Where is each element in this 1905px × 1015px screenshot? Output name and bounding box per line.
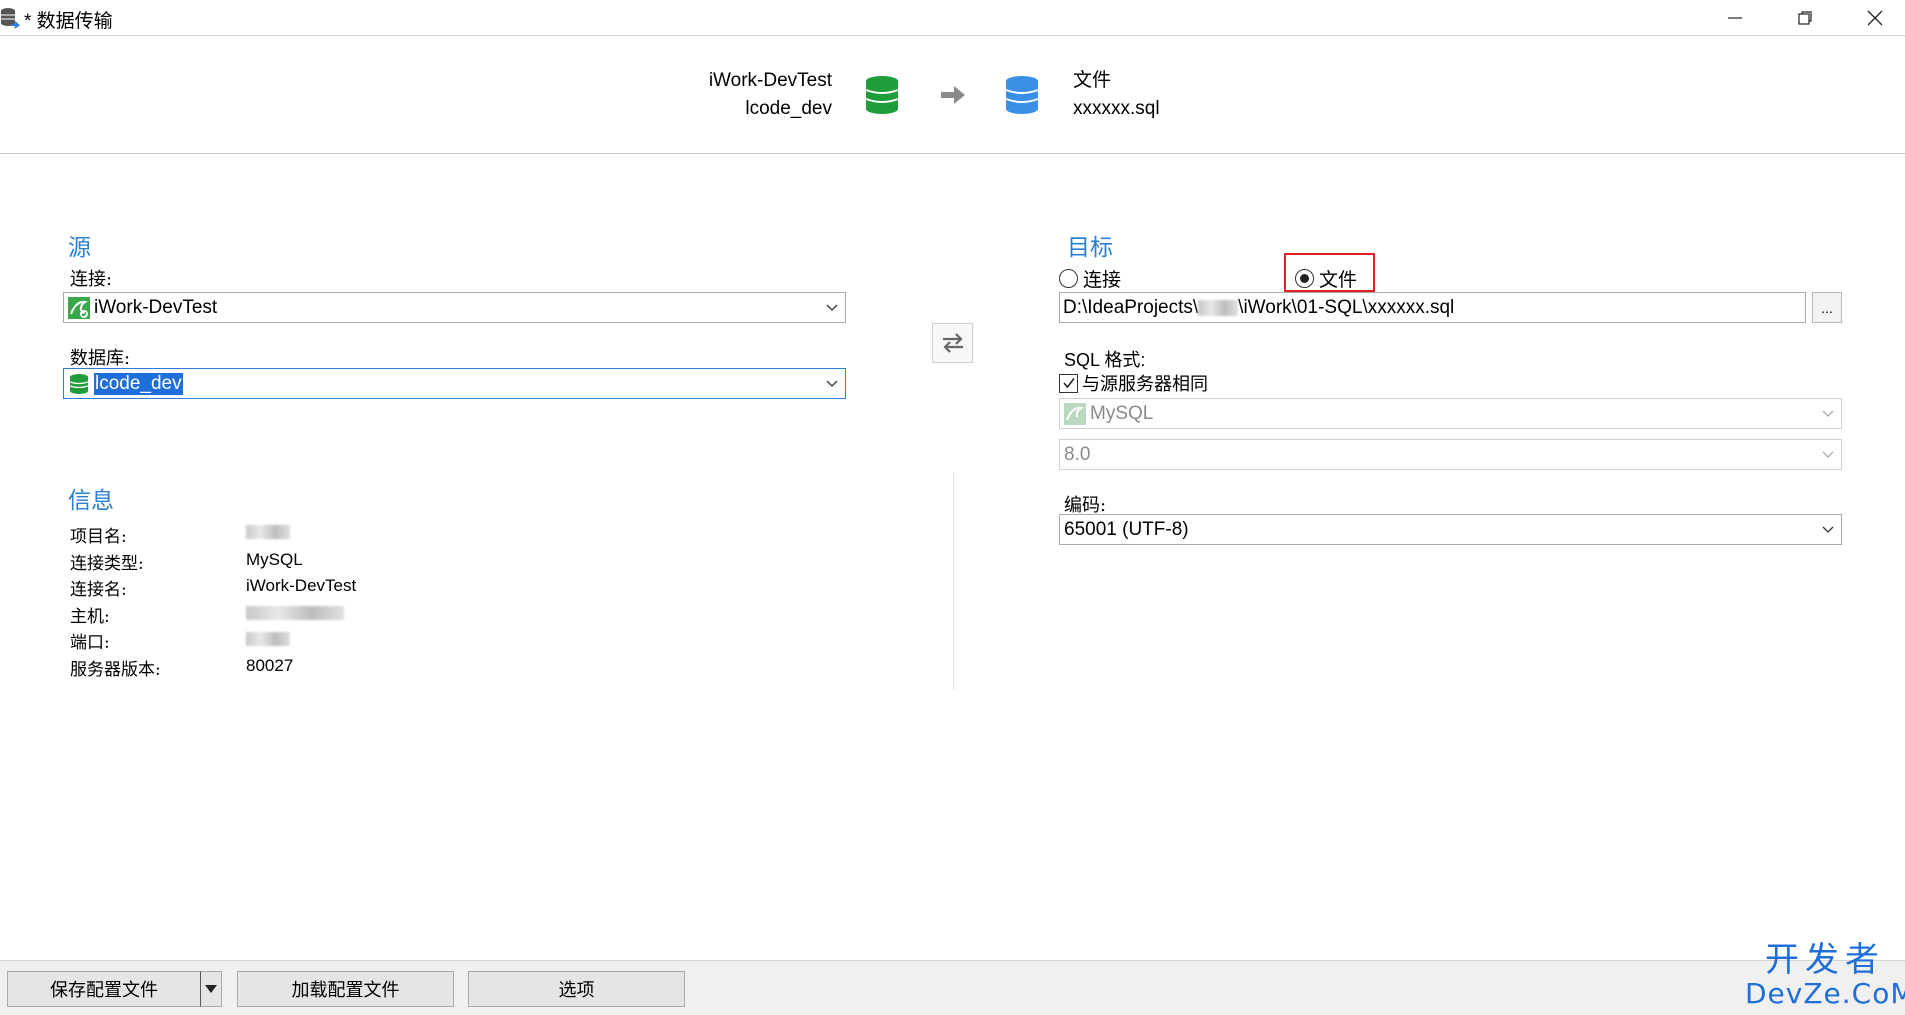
source-database-icon <box>864 75 900 120</box>
source-database-select[interactable]: lcode_dev <box>63 368 846 399</box>
chevron-down-icon <box>1822 526 1834 533</box>
options-button[interactable]: 选项 <box>468 971 685 1007</box>
info-conn-name-label: 连接名: <box>70 580 127 600</box>
browse-button[interactable]: ... <box>1812 292 1842 323</box>
sql-format-label: SQL 格式: <box>1064 350 1146 370</box>
source-connection-select[interactable]: iWork-DevTest <box>63 292 846 323</box>
triangle-down-icon <box>205 985 217 993</box>
swap-button[interactable] <box>932 323 973 363</box>
restore-button[interactable] <box>1770 0 1840 36</box>
save-config-dropdown[interactable] <box>200 971 222 1007</box>
restore-icon <box>1798 11 1812 25</box>
info-host-label: 主机: <box>70 607 110 627</box>
database-transfer-icon <box>0 6 21 30</box>
database-label: 数据库: <box>70 348 131 369</box>
encoding-select[interactable]: 65001 (UTF-8) <box>1059 514 1842 545</box>
chevron-down-icon <box>1822 451 1834 458</box>
load-config-button[interactable]: 加载配置文件 <box>237 971 454 1007</box>
arrow-right-icon <box>940 84 966 111</box>
window-title: * 数据传输 <box>24 11 113 32</box>
header-source: iWork-DevTest lcode_dev <box>709 67 832 123</box>
server-type-select[interactable]: MySQL <box>1059 398 1842 429</box>
chevron-down-icon <box>826 304 838 311</box>
mysql-icon <box>1064 402 1086 425</box>
save-config-button[interactable]: 保存配置文件 <box>7 971 201 1007</box>
target-path-input[interactable]: D:\IdeaProjects\ \iWork\01-SQL\xxxxxx.sql <box>1059 292 1806 323</box>
server-version-value: 8.0 <box>1064 443 1091 465</box>
server-version-select[interactable]: 8.0 <box>1059 439 1842 470</box>
column-divider <box>953 472 954 690</box>
encoding-value: 65001 (UTF-8) <box>1064 518 1189 540</box>
chevron-down-icon <box>1822 410 1834 417</box>
footer-bar: 保存配置文件 加载配置文件 选项 <box>0 960 1905 1015</box>
header-source-connection: iWork-DevTest <box>708 70 832 91</box>
header-target: 文件 xxxxxx.sql <box>1073 67 1160 123</box>
checkmark-icon <box>1062 378 1075 389</box>
mysql-connection-icon <box>68 296 90 319</box>
info-conn-type-value: MySQL <box>246 550 303 569</box>
chevron-down-icon <box>826 380 838 387</box>
same-as-source-checkbox[interactable]: 与源服务器相同 <box>1059 370 1208 396</box>
close-icon <box>1867 10 1883 26</box>
info-version-value: 80027 <box>246 656 294 675</box>
info-host-value <box>246 605 344 625</box>
header-target-type: 文件 <box>1073 70 1112 91</box>
info-project-value <box>246 524 290 544</box>
header-target-file: xxxxxx.sql <box>1073 98 1160 119</box>
target-heading: 目标 <box>1067 235 1113 261</box>
info-port-value <box>246 631 290 651</box>
info-version-label: 服务器版本: <box>70 660 161 680</box>
source-heading: 源 <box>68 235 91 261</box>
source-database-value: lcode_dev <box>94 372 183 395</box>
title-bar: * 数据传输 <box>0 0 1905 36</box>
minimize-button[interactable] <box>1700 0 1770 36</box>
header-source-database: lcode_dev <box>745 98 832 119</box>
transfer-header: iWork-DevTest lcode_dev 文件 xxxxxx.sql <box>0 37 1905 154</box>
source-connection-value: iWork-DevTest <box>94 296 218 318</box>
close-button[interactable] <box>1840 0 1905 36</box>
info-heading: 信息 <box>68 488 114 514</box>
watermark-line2: DevZe.CoM <box>1745 977 1905 1010</box>
info-conn-type-label: 连接类型: <box>70 554 144 574</box>
target-connection-radio-label: 连接 <box>1083 270 1122 291</box>
connection-label: 连接: <box>70 269 113 290</box>
info-project-label: 项目名: <box>70 527 127 547</box>
server-type-value: MySQL <box>1090 402 1154 424</box>
target-database-icon <box>1004 75 1040 120</box>
info-port-label: 端口: <box>70 633 110 653</box>
watermark: 开发者 DevZe.CoM <box>1745 942 1905 1015</box>
swap-icon <box>942 333 963 353</box>
info-conn-name-value: iWork-DevTest <box>246 576 357 595</box>
database-icon <box>68 373 90 395</box>
same-as-source-label: 与源服务器相同 <box>1082 374 1208 394</box>
minimize-icon <box>1728 17 1742 19</box>
highlight-box <box>1284 253 1375 292</box>
watermark-line1: 开发者 <box>1765 940 1885 980</box>
target-connection-radio[interactable]: 连接 <box>1059 265 1121 292</box>
